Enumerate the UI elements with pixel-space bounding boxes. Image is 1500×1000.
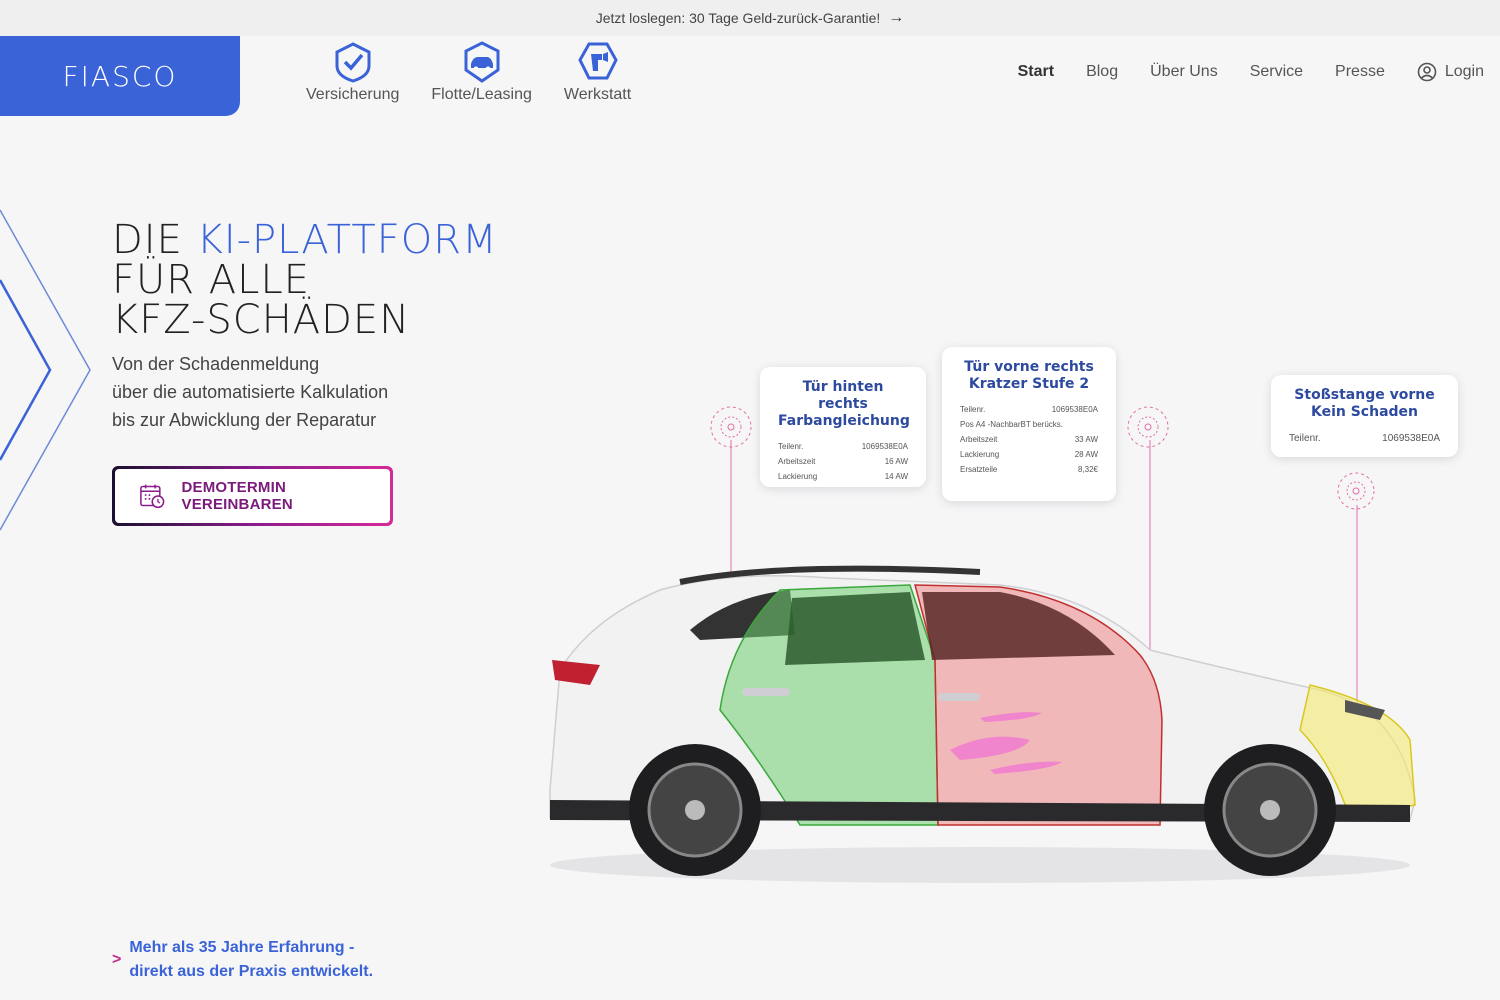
logo[interactable]: FIASCO [0,36,240,116]
hero-sub-line3: bis zur Abwicklung der Reparatur [112,410,377,430]
demo-button[interactable]: DEMOTERMIN VEREINBAREN [112,466,393,526]
workshop-icon [577,42,618,80]
card-title: Tür vorne rechts [964,359,1094,375]
calendar-clock-icon [140,484,165,509]
nav-service[interactable]: Service [1250,63,1303,81]
hero-subtitle: Von der Schadenmeldung über die automati… [112,350,388,434]
nav-login[interactable]: Login [1417,62,1484,82]
category-versicherung[interactable]: Versicherung [290,40,415,104]
card-row: Teilenr. 1069538E0A [1289,433,1440,444]
card-row: Teilenr. 1069538E0A [778,442,908,451]
login-label: Login [1444,63,1484,80]
nav-blog[interactable]: Blog [1086,63,1118,81]
card-row: Lackierung 28 AW [960,450,1098,459]
hero-title: DIE KI-PLATTFORM FÜR ALLE KFZ-SCHÄDEN [112,220,498,340]
nav-about[interactable]: Über Uns [1150,63,1218,81]
fleet-car-icon [464,41,500,83]
damage-card-rear-door: Tür hinten rechts Farbangleichung Teilenr… [760,367,926,487]
card-row: Arbeitszeit 33 AW [960,435,1098,444]
demo-button-label: DEMOTERMIN VEREINBAREN [181,479,293,513]
hero-sub-line2: über die automatisierte Kalkulation [112,382,389,402]
nav-press[interactable]: Presse [1335,63,1385,81]
user-circle-icon [1417,62,1437,82]
promo-text[interactable]: Jetzt loslegen: 30 Tage Geld-zurück-Gara… [596,10,881,26]
card-title: Stoßstange vorne [1294,387,1435,403]
card-row: Arbeitszeit 16 AW [778,457,908,466]
damage-card-bumper: Stoßstange vorne Kein Schaden Teilenr. 106… [1271,375,1458,457]
category-werkstatt[interactable]: Werkstatt [548,40,647,104]
chevron-right-icon: > [112,951,122,968]
category-flotte-leasing[interactable]: Flotte/Leasing [415,40,548,104]
hero-sub-line1: Von der Schadenmeldung [112,354,320,374]
damage-card-front-door: Tür vorne rechts Kratzer Stufe 2 Teilenr.… [942,347,1116,501]
card-subtitle: Kein Schaden [1310,404,1419,420]
category-label: Werkstatt [563,86,632,103]
card-subtitle: Kratzer Stufe 2 [968,376,1090,392]
hero-title-line3: KFZ-SCHÄDEN [112,297,411,343]
category-label: Versicherung [306,86,400,103]
claim-line1: Mehr als 35 Jahre Erfahrung - [129,939,355,956]
shield-check-icon [335,42,371,83]
logo-text: FIASCO [62,59,178,93]
card-subtitle: Farbangleichung [778,413,910,429]
nav-start[interactable]: Start [1018,63,1054,81]
car-illustration [549,565,1416,883]
chevron-decoration [0,209,91,531]
hero-title-line2: FÜR ALLE [112,257,310,303]
card-row: Ersatzteile 8,32€ [960,465,1098,474]
card-title: Tür hinten rechts [802,379,884,412]
category-label: Flotte/Leasing [431,86,532,103]
card-row: Teilenr. 1069538E0A [960,405,1098,414]
main-nav: Start Blog Über Uns Service Presse Login [1018,62,1484,82]
arrow-right-icon[interactable]: → [888,9,904,27]
experience-claim: > Mehr als 35 Jahre Erfahrung - direkt a… [112,936,373,984]
card-row: Lackierung 14 AW [778,472,908,481]
promo-bar[interactable]: Jetzt loslegen: 30 Tage Geld-zurück-Gara… [0,0,1500,36]
card-row: Pos A4 -NachbarBT berücks. [960,420,1064,429]
claim-line2: direkt aus der Praxis entwickelt. [129,963,374,980]
category-nav: Versicherung Flotte/Leasing Werkstatt [290,40,647,104]
